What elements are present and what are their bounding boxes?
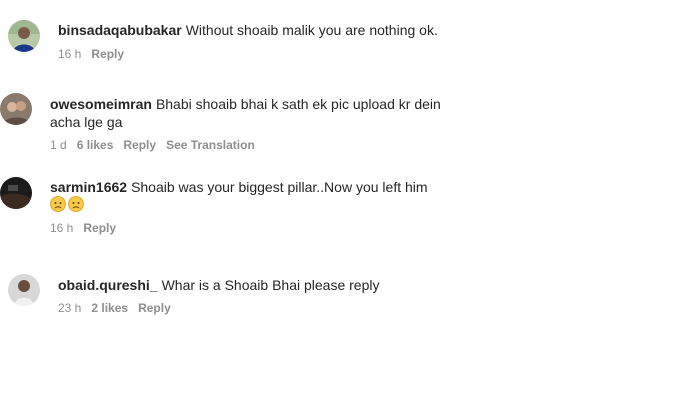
reply-button[interactable]: Reply xyxy=(91,47,124,61)
avatar[interactable] xyxy=(8,274,40,306)
comment-username[interactable]: owesomeimran xyxy=(50,96,152,112)
reply-button[interactable]: Reply xyxy=(123,138,156,152)
sad-face-emoji-icon xyxy=(50,196,66,212)
reply-button[interactable]: Reply xyxy=(138,301,171,315)
comment-timestamp[interactable]: 16 h xyxy=(58,47,81,61)
comment-text-continued: acha lge ga xyxy=(50,114,123,130)
comment-username[interactable]: obaid.qureshi_ xyxy=(58,277,158,293)
comment-username[interactable]: sarmin1662 xyxy=(50,179,127,195)
comment-timestamp[interactable]: 1 d xyxy=(50,138,67,152)
reply-button[interactable]: Reply xyxy=(83,221,116,235)
comment-text: Whar is a Shoaib Bhai please reply xyxy=(161,277,380,293)
comment-timestamp[interactable]: 16 h xyxy=(50,221,73,235)
user-avatar-icon xyxy=(8,20,40,52)
user-avatar-icon xyxy=(8,274,40,306)
likes-count[interactable]: 2 likes xyxy=(91,301,128,315)
sad-face-emoji-icon xyxy=(68,196,84,212)
user-avatar-icon xyxy=(0,93,32,125)
user-avatar-icon xyxy=(0,177,32,209)
avatar[interactable] xyxy=(8,20,40,52)
comment-text: Without shoaib malik you are nothing ok. xyxy=(185,22,438,38)
comment-timestamp[interactable]: 23 h xyxy=(58,301,81,315)
comment-text: Shoaib was your biggest pillar..Now you … xyxy=(131,179,428,195)
likes-count[interactable]: 6 likes xyxy=(77,138,114,152)
see-translation-button[interactable]: See Translation xyxy=(166,138,255,152)
comment-username[interactable]: binsadaqabubakar xyxy=(58,22,182,38)
avatar[interactable] xyxy=(0,177,32,209)
avatar[interactable] xyxy=(0,93,32,125)
comment-text: Bhabi shoaib bhai k sath ek pic upload k… xyxy=(155,96,441,112)
